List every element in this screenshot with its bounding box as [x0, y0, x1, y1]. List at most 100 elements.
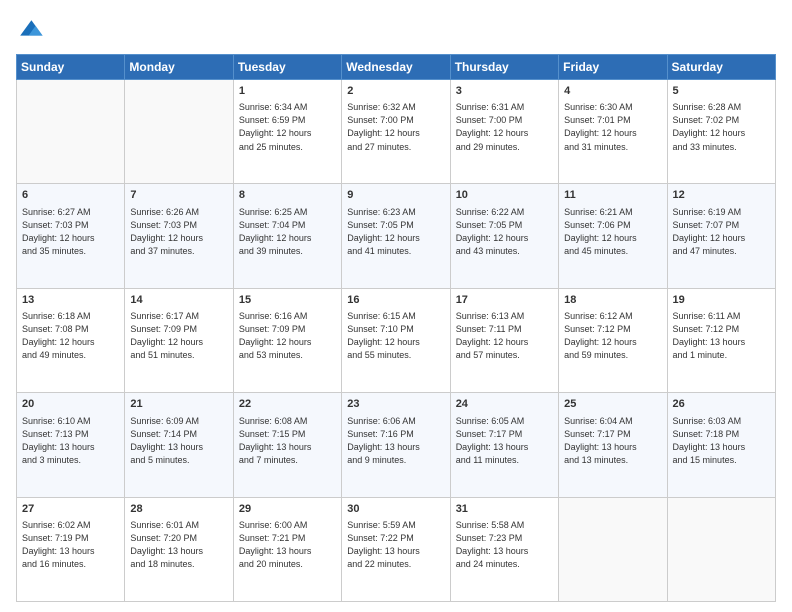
- day-info: Sunrise: 6:32 AM Sunset: 7:00 PM Dayligh…: [347, 101, 444, 153]
- day-number: 9: [347, 188, 444, 203]
- day-info: Sunrise: 6:21 AM Sunset: 7:06 PM Dayligh…: [564, 206, 661, 258]
- day-number: 8: [239, 188, 336, 203]
- day-info: Sunrise: 6:28 AM Sunset: 7:02 PM Dayligh…: [673, 101, 770, 153]
- header: [16, 16, 776, 44]
- day-info: Sunrise: 6:26 AM Sunset: 7:03 PM Dayligh…: [130, 206, 227, 258]
- day-number: 21: [130, 397, 227, 412]
- day-info: Sunrise: 6:10 AM Sunset: 7:13 PM Dayligh…: [22, 415, 119, 467]
- day-info: Sunrise: 6:34 AM Sunset: 6:59 PM Dayligh…: [239, 101, 336, 153]
- calendar-cell: 11 Sunrise: 6:21 AM Sunset: 7:06 PM Dayli…: [559, 184, 667, 288]
- calendar-cell: 16 Sunrise: 6:15 AM Sunset: 7:10 PM Dayli…: [342, 288, 450, 392]
- calendar-cell: [17, 80, 125, 184]
- day-info: Sunrise: 6:23 AM Sunset: 7:05 PM Dayligh…: [347, 206, 444, 258]
- day-info: Sunrise: 6:17 AM Sunset: 7:09 PM Dayligh…: [130, 310, 227, 362]
- calendar-day-header: Sunday: [17, 55, 125, 80]
- calendar-cell: 9 Sunrise: 6:23 AM Sunset: 7:05 PM Daylig…: [342, 184, 450, 288]
- day-number: 30: [347, 502, 444, 517]
- day-info: Sunrise: 6:04 AM Sunset: 7:17 PM Dayligh…: [564, 415, 661, 467]
- calendar-cell: [125, 80, 233, 184]
- calendar-cell: 31Sunrise: 5:58 AM Sunset: 7:23 PM Dayli…: [450, 497, 558, 601]
- day-number: 25: [564, 397, 661, 412]
- day-info: Sunrise: 6:09 AM Sunset: 7:14 PM Dayligh…: [130, 415, 227, 467]
- day-info: Sunrise: 6:03 AM Sunset: 7:18 PM Dayligh…: [673, 415, 770, 467]
- calendar-cell: 30 Sunrise: 5:59 AM Sunset: 7:22 PM Dayli…: [342, 497, 450, 601]
- page: SundayMondayTuesdayWednesdayThursdayFrid…: [0, 0, 792, 612]
- calendar-cell: 15Sunrise: 6:16 AM Sunset: 7:09 PM Dayli…: [233, 288, 341, 392]
- calendar-day-header: Friday: [559, 55, 667, 80]
- calendar-day-header: Thursday: [450, 55, 558, 80]
- calendar-day-header: Monday: [125, 55, 233, 80]
- calendar-day-header: Saturday: [667, 55, 775, 80]
- day-number: 24: [456, 397, 553, 412]
- day-number: 5: [673, 84, 770, 99]
- day-number: 3: [456, 84, 553, 99]
- day-number: 4: [564, 84, 661, 99]
- calendar-week-row: 6 Sunrise: 6:27 AM Sunset: 7:03 PM Daylig…: [17, 184, 776, 288]
- day-number: 15: [239, 293, 336, 308]
- calendar-day-header: Wednesday: [342, 55, 450, 80]
- day-number: 10: [456, 188, 553, 203]
- calendar-cell: 21 Sunrise: 6:09 AM Sunset: 7:14 PM Dayli…: [125, 393, 233, 497]
- day-number: 1: [239, 84, 336, 99]
- calendar-cell: 10 Sunrise: 6:22 AM Sunset: 7:05 PM Dayli…: [450, 184, 558, 288]
- calendar-cell: 8 Sunrise: 6:25 AM Sunset: 7:04 PM Daylig…: [233, 184, 341, 288]
- day-info: Sunrise: 6:00 AM Sunset: 7:21 PM Dayligh…: [239, 519, 336, 571]
- day-number: 17: [456, 293, 553, 308]
- calendar-cell: 25 Sunrise: 6:04 AM Sunset: 7:17 PM Dayli…: [559, 393, 667, 497]
- day-info: Sunrise: 6:05 AM Sunset: 7:17 PM Dayligh…: [456, 415, 553, 467]
- day-info: Sunrise: 6:31 AM Sunset: 7:00 PM Dayligh…: [456, 101, 553, 153]
- day-number: 14: [130, 293, 227, 308]
- calendar-cell: 29Sunrise: 6:00 AM Sunset: 7:21 PM Dayli…: [233, 497, 341, 601]
- calendar-day-header: Tuesday: [233, 55, 341, 80]
- calendar-cell: 19 Sunrise: 6:11 AM Sunset: 7:12 PM Dayli…: [667, 288, 775, 392]
- day-number: 19: [673, 293, 770, 308]
- day-number: 6: [22, 188, 119, 203]
- calendar-cell: 4 Sunrise: 6:30 AM Sunset: 7:01 PM Daylig…: [559, 80, 667, 184]
- logo-icon: [16, 16, 44, 44]
- calendar-cell: 26 Sunrise: 6:03 AM Sunset: 7:18 PM Dayli…: [667, 393, 775, 497]
- calendar-cell: 28Sunrise: 6:01 AM Sunset: 7:20 PM Dayli…: [125, 497, 233, 601]
- day-number: 22: [239, 397, 336, 412]
- calendar-cell: 1 Sunrise: 6:34 AM Sunset: 6:59 PM Daylig…: [233, 80, 341, 184]
- day-number: 18: [564, 293, 661, 308]
- day-number: 2: [347, 84, 444, 99]
- calendar-cell: 13 Sunrise: 6:18 AM Sunset: 7:08 PM Dayli…: [17, 288, 125, 392]
- day-info: Sunrise: 6:08 AM Sunset: 7:15 PM Dayligh…: [239, 415, 336, 467]
- day-info: Sunrise: 6:27 AM Sunset: 7:03 PM Dayligh…: [22, 206, 119, 258]
- day-info: Sunrise: 6:12 AM Sunset: 7:12 PM Dayligh…: [564, 310, 661, 362]
- day-number: 13: [22, 293, 119, 308]
- day-info: Sunrise: 6:18 AM Sunset: 7:08 PM Dayligh…: [22, 310, 119, 362]
- calendar-cell: 7 Sunrise: 6:26 AM Sunset: 7:03 PM Daylig…: [125, 184, 233, 288]
- calendar-cell: 17Sunrise: 6:13 AM Sunset: 7:11 PM Dayli…: [450, 288, 558, 392]
- calendar-header-row: SundayMondayTuesdayWednesdayThursdayFrid…: [17, 55, 776, 80]
- day-info: Sunrise: 6:30 AM Sunset: 7:01 PM Dayligh…: [564, 101, 661, 153]
- calendar-cell: 27 Sunrise: 6:02 AM Sunset: 7:19 PM Dayli…: [17, 497, 125, 601]
- calendar-week-row: 1 Sunrise: 6:34 AM Sunset: 6:59 PM Daylig…: [17, 80, 776, 184]
- day-number: 16: [347, 293, 444, 308]
- day-number: 31: [456, 502, 553, 517]
- calendar-cell: 18 Sunrise: 6:12 AM Sunset: 7:12 PM Dayli…: [559, 288, 667, 392]
- day-info: Sunrise: 6:02 AM Sunset: 7:19 PM Dayligh…: [22, 519, 119, 571]
- calendar-cell: 23Sunrise: 6:06 AM Sunset: 7:16 PM Dayli…: [342, 393, 450, 497]
- calendar-cell: 20Sunrise: 6:10 AM Sunset: 7:13 PM Dayli…: [17, 393, 125, 497]
- day-info: Sunrise: 6:22 AM Sunset: 7:05 PM Dayligh…: [456, 206, 553, 258]
- logo: [16, 16, 48, 44]
- calendar-cell: 22 Sunrise: 6:08 AM Sunset: 7:15 PM Dayli…: [233, 393, 341, 497]
- day-info: Sunrise: 6:25 AM Sunset: 7:04 PM Dayligh…: [239, 206, 336, 258]
- calendar-cell: 14 Sunrise: 6:17 AM Sunset: 7:09 PM Dayli…: [125, 288, 233, 392]
- day-number: 7: [130, 188, 227, 203]
- day-number: 26: [673, 397, 770, 412]
- day-number: 27: [22, 502, 119, 517]
- day-info: Sunrise: 6:19 AM Sunset: 7:07 PM Dayligh…: [673, 206, 770, 258]
- day-info: Sunrise: 6:15 AM Sunset: 7:10 PM Dayligh…: [347, 310, 444, 362]
- calendar-week-row: 13 Sunrise: 6:18 AM Sunset: 7:08 PM Dayli…: [17, 288, 776, 392]
- day-info: Sunrise: 5:59 AM Sunset: 7:22 PM Dayligh…: [347, 519, 444, 571]
- calendar-week-row: 27 Sunrise: 6:02 AM Sunset: 7:19 PM Dayli…: [17, 497, 776, 601]
- day-info: Sunrise: 6:11 AM Sunset: 7:12 PM Dayligh…: [673, 310, 770, 362]
- calendar-cell: 24 Sunrise: 6:05 AM Sunset: 7:17 PM Dayli…: [450, 393, 558, 497]
- day-number: 12: [673, 188, 770, 203]
- day-number: 11: [564, 188, 661, 203]
- day-number: 28: [130, 502, 227, 517]
- calendar-cell: 3 Sunrise: 6:31 AM Sunset: 7:00 PM Daylig…: [450, 80, 558, 184]
- calendar-cell: 5 Sunrise: 6:28 AM Sunset: 7:02 PM Daylig…: [667, 80, 775, 184]
